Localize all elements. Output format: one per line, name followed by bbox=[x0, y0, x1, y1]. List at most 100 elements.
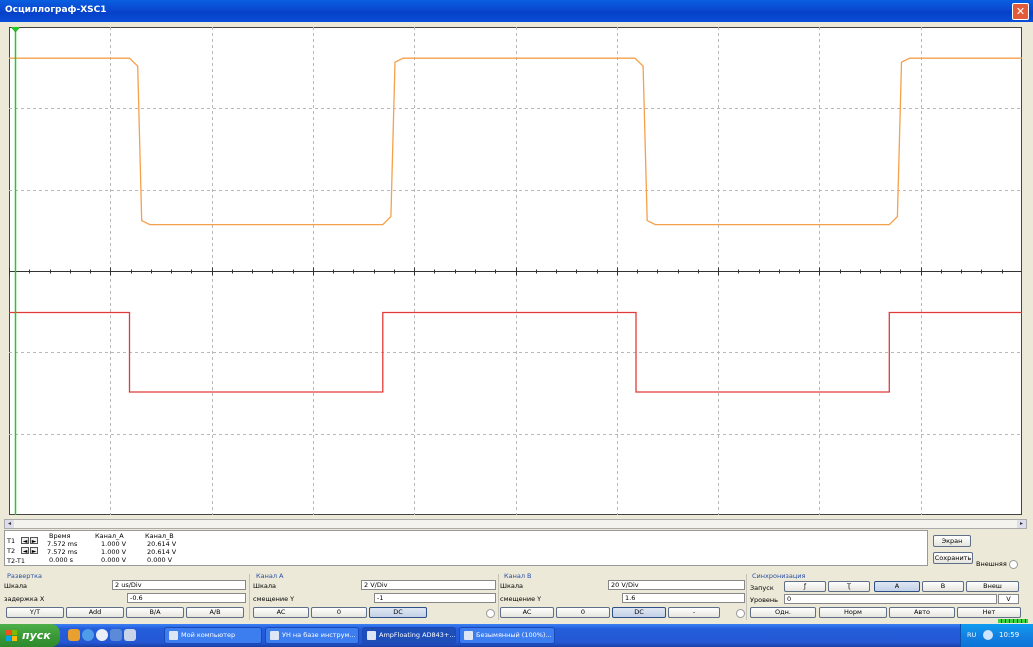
task-multisim[interactable]: AmpFloating AD843+... bbox=[362, 627, 456, 644]
channel-b-offset-field[interactable]: 1.6 bbox=[622, 593, 745, 603]
readout-t2-channel-a: 1.000 V bbox=[101, 548, 127, 556]
channel-a-offset-label: смещение Y bbox=[253, 595, 295, 603]
channel-b-ac-button[interactable]: AC bbox=[500, 607, 554, 618]
channel-b-radio[interactable] bbox=[736, 609, 745, 618]
close-icon: ✕ bbox=[1015, 5, 1026, 18]
task-label: Безымянный (100%)... bbox=[476, 631, 552, 639]
readout-row-t1-label: T1 bbox=[7, 537, 16, 545]
save-button[interactable]: Сохранить bbox=[933, 552, 973, 564]
timebase-scale-field[interactable]: 2 us/Div bbox=[112, 580, 246, 590]
title-bar[interactable]: Осциллограф-XSC1 ✕ bbox=[0, 0, 1033, 22]
auto-mode-button[interactable]: Авто bbox=[889, 607, 955, 618]
channel-a-zero-button[interactable]: 0 bbox=[311, 607, 367, 618]
ba-button[interactable]: B/A bbox=[126, 607, 184, 618]
readout-t2-channel-b: 20.614 V bbox=[147, 548, 177, 556]
task-label: Мой компьютер bbox=[181, 631, 236, 639]
readout-t1-time: 7.572 ms bbox=[47, 540, 78, 548]
trigger-source-a-button[interactable]: A bbox=[874, 581, 920, 592]
channel-b-offset-label: смещение Y bbox=[500, 595, 542, 603]
channel-a-radio[interactable] bbox=[486, 609, 495, 618]
browser-icon bbox=[270, 631, 279, 640]
readout-row-t2-label: T2 bbox=[7, 547, 16, 555]
cursor-readout-panel: Время Канал_A Канал_B T1 ◄ ► 7.572 ms 1.… bbox=[4, 530, 928, 566]
readout-diff-time: 0.000 s bbox=[49, 556, 74, 564]
start-button[interactable]: пуск bbox=[0, 624, 60, 647]
system-tray: RU 10:59 bbox=[960, 624, 1033, 647]
scroll-right-icon[interactable]: ▸ bbox=[1017, 520, 1026, 528]
channel-b-dc-button[interactable]: DC bbox=[612, 607, 666, 618]
none-mode-button[interactable]: Нет bbox=[957, 607, 1021, 618]
readout-header-time: Время bbox=[49, 532, 71, 540]
task-paint[interactable]: Безымянный (100%)... bbox=[459, 627, 555, 644]
trigger-level-label: Уровень bbox=[750, 596, 778, 604]
channel-b-minus-button[interactable]: - bbox=[668, 607, 720, 618]
trigger-source-b-button[interactable]: B bbox=[922, 581, 964, 592]
horizontal-scrollbar[interactable]: ◂ ▸ bbox=[4, 519, 1027, 529]
external-radio[interactable] bbox=[1009, 560, 1018, 569]
trigger-title: Синхронизация bbox=[752, 572, 806, 580]
t2-left-arrow-icon[interactable]: ◄ bbox=[21, 547, 29, 555]
trigger-level-field[interactable]: 0 bbox=[784, 594, 997, 604]
computer-icon bbox=[169, 631, 178, 640]
timebase-delay-field[interactable]: -0.6 bbox=[127, 593, 246, 603]
readout-row-diff-label: T2-T1 bbox=[7, 557, 25, 565]
t2-right-arrow-icon[interactable]: ► bbox=[30, 547, 38, 555]
scope-display bbox=[9, 27, 1022, 515]
channel-a-ac-button[interactable]: AC bbox=[253, 607, 309, 618]
media-player-icon[interactable] bbox=[96, 629, 108, 641]
trigger-edge-label: Запуск bbox=[750, 584, 774, 592]
readout-diff-channel-a: 0.000 V bbox=[101, 556, 127, 564]
internet-explorer-icon[interactable] bbox=[82, 629, 94, 641]
status-indicator bbox=[998, 619, 1028, 623]
task-circuit-document[interactable]: УН на базе инструм... bbox=[265, 627, 359, 644]
outlook-icon[interactable] bbox=[110, 629, 122, 641]
channel-a-scale-field[interactable]: 2 V/Div bbox=[361, 580, 496, 590]
rising-edge-button[interactable]: ƒ bbox=[784, 581, 826, 592]
windows-flag-icon bbox=[6, 630, 17, 641]
timebase-scale-label: Шкала bbox=[4, 582, 27, 590]
t1-right-arrow-icon[interactable]: ► bbox=[30, 537, 38, 545]
taskbar: пуск Мой компьютер УН на базе инструм...… bbox=[0, 624, 1033, 647]
window-title: Осциллограф-XSC1 bbox=[5, 5, 107, 15]
channel-a-dc-button[interactable]: DC bbox=[369, 607, 427, 618]
volume-icon[interactable] bbox=[983, 630, 993, 640]
start-label: пуск bbox=[22, 629, 51, 642]
task-label: УН на базе инструм... bbox=[282, 631, 356, 639]
channel-b-scale-label: Шкала bbox=[500, 582, 523, 590]
channel-a-title: Канал A bbox=[256, 572, 284, 580]
language-indicator[interactable]: RU bbox=[967, 631, 976, 639]
screen-button[interactable]: Экран bbox=[933, 535, 971, 547]
timebase-delay-label: задержка X bbox=[4, 595, 45, 603]
readout-t1-channel-a: 1.000 V bbox=[101, 540, 127, 548]
task-label: AmpFloating AD843+... bbox=[379, 631, 456, 639]
channel-a-offset-field[interactable]: -1 bbox=[374, 593, 496, 603]
readout-t1-channel-b: 20.614 V bbox=[147, 540, 177, 548]
close-button[interactable]: ✕ bbox=[1012, 3, 1029, 20]
channel-a-scale-label: Шкала bbox=[253, 582, 276, 590]
t1-left-arrow-icon[interactable]: ◄ bbox=[21, 537, 29, 545]
trigger-source-ext-button[interactable]: Внеш bbox=[966, 581, 1019, 592]
clock: 10:59 bbox=[999, 631, 1020, 639]
channel-b-zero-button[interactable]: 0 bbox=[556, 607, 610, 618]
trigger-level-unit[interactable]: V bbox=[998, 594, 1019, 604]
readout-header-channel-a: Канал_A bbox=[95, 532, 124, 540]
readout-diff-channel-b: 0.000 V bbox=[147, 556, 173, 564]
ab-button[interactable]: A/B bbox=[186, 607, 244, 618]
yt-button[interactable]: Y/T bbox=[6, 607, 64, 618]
show-desktop-icon[interactable] bbox=[124, 629, 136, 641]
task-my-computer[interactable]: Мой компьютер bbox=[164, 627, 262, 644]
separator bbox=[746, 574, 747, 620]
external-label: Внешняя bbox=[976, 560, 1007, 568]
add-button[interactable]: Add bbox=[66, 607, 124, 618]
channel-b-scale-field[interactable]: 20 V/Div bbox=[608, 580, 745, 590]
falling-edge-button[interactable]: Ʈ bbox=[828, 581, 870, 592]
paint-icon bbox=[464, 631, 473, 640]
separator bbox=[498, 574, 499, 620]
channel-b-title: Канал B bbox=[504, 572, 532, 580]
scope-screen bbox=[9, 27, 1022, 515]
normal-mode-button[interactable]: Норм bbox=[819, 607, 887, 618]
quicklaunch-app-icon[interactable] bbox=[68, 629, 80, 641]
scroll-left-icon[interactable]: ◂ bbox=[5, 520, 14, 528]
single-mode-button[interactable]: Одн. bbox=[750, 607, 816, 618]
readout-t2-time: 7.572 ms bbox=[47, 548, 78, 556]
